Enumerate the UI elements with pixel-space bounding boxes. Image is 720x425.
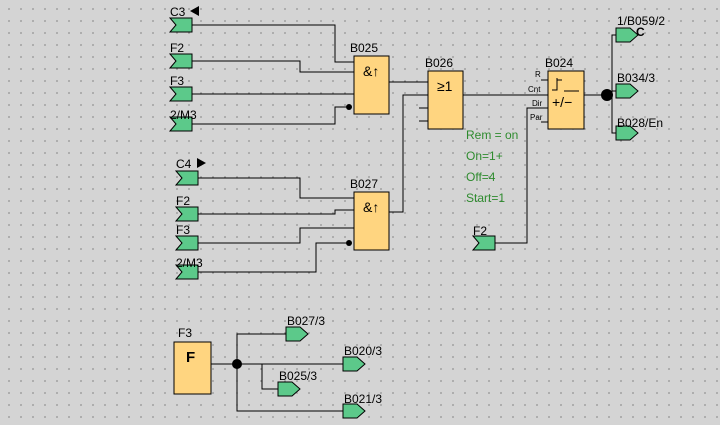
block-b025[interactable]: B025 &↑ — [346, 41, 390, 115]
pin-dir: Dir — [532, 99, 543, 108]
wire-f3-b027 — [236, 333, 286, 364]
wire-b027-b026 — [389, 94, 428, 213]
wire-f2-b025 — [192, 60, 354, 73]
output-connector-icon — [277, 381, 301, 397]
wire-m3-b025 — [192, 106, 346, 125]
output-marker: C — [636, 25, 645, 39]
junction-dot — [232, 359, 242, 369]
input-f3[interactable]: F3 — [168, 74, 193, 102]
wire-b024-b028 — [611, 96, 616, 134]
block-b024[interactable]: B024 +/− R Cnt Dir Par — [528, 56, 585, 130]
output-label: B034/3 — [617, 71, 655, 85]
input-connector-icon — [168, 17, 193, 33]
input-label: F3 — [176, 223, 190, 237]
param-start: Start=1 — [466, 191, 505, 205]
output-label: B021/3 — [344, 392, 382, 406]
block-name: B024 — [545, 56, 573, 70]
param-rem: Rem = on — [466, 128, 518, 142]
input-label: C3 — [170, 5, 186, 19]
output-b034[interactable]: B034/3 — [615, 71, 655, 99]
output-label: B028/En — [617, 116, 663, 130]
counter-parameters: Rem = on On=1+ Off=4 Start=1 — [466, 128, 518, 205]
negation-dot — [346, 104, 352, 110]
block-name: F3 — [178, 326, 192, 340]
and-symbol: &↑ — [363, 199, 379, 215]
triangle-left-icon — [190, 6, 199, 16]
input-label: C4 — [176, 157, 192, 171]
block-f3[interactable]: F3 F — [173, 326, 212, 395]
wire-c4-b027 — [198, 177, 354, 199]
output-connector-icon — [285, 326, 309, 342]
diagram-canvas: C3 F2 F3 2/M3 C4 F2 F3 2/M3 F2 B025 &↑ B… — [168, 5, 665, 419]
input-label: 2/M3 — [170, 108, 197, 122]
block-b027[interactable]: B027 &↑ — [346, 177, 390, 251]
input-label: F3 — [170, 74, 184, 88]
input-connector-icon — [174, 235, 199, 251]
or-symbol: ≥1 — [437, 78, 453, 94]
param-on: On=1+ — [466, 149, 503, 163]
input-label: 2/M3 — [176, 256, 203, 270]
input-f2[interactable]: F2 — [168, 41, 193, 69]
input-connector-icon — [174, 206, 199, 222]
input-label: F2 — [473, 224, 487, 238]
output-connector-icon — [615, 83, 639, 99]
block-b026[interactable]: B026 ≥1 — [425, 56, 464, 130]
pin-cnt: Cnt — [528, 85, 541, 94]
wire-f2-b027 — [198, 209, 354, 215]
output-connector-icon — [615, 27, 639, 43]
flag-symbol: F — [186, 349, 195, 366]
input-f2[interactable]: F2 — [471, 224, 496, 251]
output-b020[interactable]: B020/3 — [342, 344, 382, 372]
output-connector-icon — [342, 403, 366, 419]
input-m3[interactable]: 2/M3 — [174, 256, 203, 280]
input-c4[interactable]: C4 — [174, 157, 206, 186]
param-off: Off=4 — [466, 170, 496, 184]
wire-f3-b027 — [198, 227, 354, 244]
pin-par: Par — [530, 113, 543, 122]
input-connector-icon — [168, 86, 193, 102]
input-label: F2 — [176, 194, 190, 208]
input-f3[interactable]: F3 — [174, 223, 199, 251]
junction-dot — [601, 89, 613, 101]
wire-m3-b027 — [198, 242, 346, 273]
output-b028[interactable]: B028/En — [615, 116, 663, 141]
input-f2[interactable]: F2 — [174, 194, 199, 222]
output-label: B027/3 — [287, 314, 325, 328]
output-b025[interactable]: B025/3 — [277, 369, 317, 397]
input-c3[interactable]: C3 — [168, 5, 199, 33]
block-name: B027 — [350, 177, 378, 191]
wire-c3-b025 — [192, 24, 354, 63]
counter-symbol: +/− — [552, 94, 572, 110]
input-m3[interactable]: 2/M3 — [168, 108, 197, 132]
output-b027[interactable]: B027/3 — [285, 314, 325, 342]
output-connector-icon — [342, 356, 366, 372]
output-label: B025/3 — [279, 369, 317, 383]
and-symbol: &↑ — [363, 63, 379, 79]
output-b059[interactable]: 1/B059/2 C — [615, 14, 665, 43]
negation-dot — [346, 240, 352, 246]
input-connector-icon — [168, 53, 193, 69]
triangle-right-icon — [197, 158, 206, 168]
pin-r: R — [535, 70, 541, 79]
wire-f3-b025 — [237, 363, 278, 390]
wire-b024-b059 — [611, 34, 616, 94]
input-connector-icon — [174, 170, 199, 186]
input-label: F2 — [170, 41, 184, 55]
block-name: B026 — [425, 56, 453, 70]
input-connector-icon — [471, 235, 496, 251]
block-name: B025 — [350, 41, 378, 55]
output-b021[interactable]: B021/3 — [342, 392, 382, 419]
output-label: B020/3 — [344, 344, 382, 358]
